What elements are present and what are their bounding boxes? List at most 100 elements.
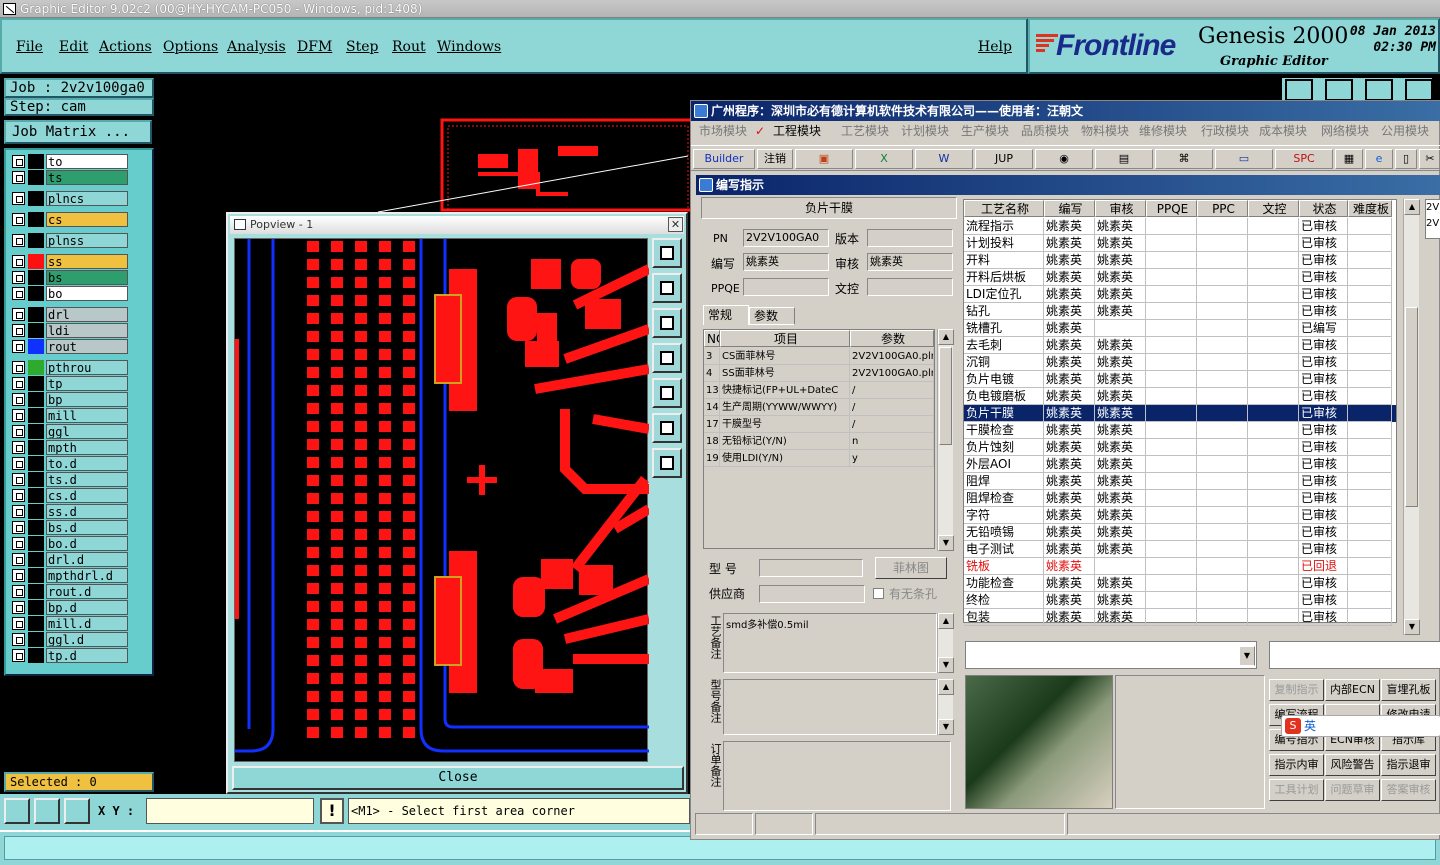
layer-checkbox[interactable] <box>12 473 25 486</box>
layer-color-swatch[interactable] <box>28 616 44 631</box>
layer-row-cs[interactable]: cs <box>10 212 128 227</box>
computer-icon[interactable]: ▭ <box>1215 149 1273 169</box>
process-row[interactable]: 负电镀磨板 姚素英 姚素英 已审核 <box>964 388 1396 405</box>
process-row[interactable]: 负片干膜 姚素英 姚素英 已审核 <box>964 405 1396 422</box>
layer-name[interactable]: plncs <box>46 191 128 206</box>
action-button[interactable]: 盲埋孔板 <box>1381 679 1436 701</box>
param-row[interactable]: 18 无铅标记(Y/N) n <box>704 433 934 450</box>
param-row[interactable]: 17 干膜型号 / <box>704 416 934 433</box>
layer-name[interactable]: rout <box>46 339 128 354</box>
layer-color-swatch[interactable] <box>28 600 44 615</box>
layer-row-ldi[interactable]: ldi <box>10 323 128 338</box>
layer-color-swatch[interactable] <box>28 376 44 391</box>
database-icon[interactable]: ▤ <box>1095 149 1153 169</box>
layer-checkbox[interactable] <box>12 340 25 353</box>
layer-name[interactable]: to <box>46 154 128 169</box>
layer-row-rout-d[interactable]: rout.d <box>10 584 128 599</box>
tab-params[interactable]: 参数 <box>749 307 795 325</box>
layer-row-bp-d[interactable]: bp.d <box>10 600 128 615</box>
layer-color-swatch[interactable] <box>28 286 44 301</box>
layer-checkbox[interactable] <box>12 155 25 168</box>
module-tab-1[interactable]: 工程模块 <box>773 121 821 141</box>
process-row[interactable]: 计划投料 姚素英 姚素英 已审核 <box>964 235 1396 252</box>
menu-actions[interactable]: Actions <box>99 39 152 55</box>
layer-color-swatch[interactable] <box>28 307 44 322</box>
pan-down-icon[interactable] <box>652 308 682 338</box>
process-row[interactable]: 阻焊 姚素英 姚素英 已审核 <box>964 473 1396 490</box>
process-row[interactable]: 外层AOI 姚素英 姚素英 已审核 <box>964 456 1396 473</box>
process-dropdown[interactable]: ▼ <box>965 641 1257 669</box>
layer-checkbox[interactable] <box>12 361 25 374</box>
layer-row-plnss[interactable]: plnss <box>10 233 128 248</box>
layer-color-swatch[interactable] <box>28 568 44 583</box>
ime-toolbar[interactable]: S英 <box>1281 715 1440 737</box>
module-tab-0[interactable]: 市场模块 <box>699 121 747 141</box>
layer-color-swatch[interactable] <box>28 392 44 407</box>
layer-name[interactable]: bp.d <box>46 600 128 615</box>
layer-name[interactable]: cs.d <box>46 488 128 503</box>
layer-checkbox[interactable] <box>12 308 25 321</box>
layer-checkbox[interactable] <box>12 521 25 534</box>
layer-row-mill[interactable]: mill <box>10 408 128 423</box>
process-row[interactable]: 流程指示 姚素英 姚素英 已审核 <box>964 218 1396 235</box>
module-tab-4[interactable]: 生产模块 <box>961 121 1009 141</box>
menu-windows[interactable]: Windows <box>437 39 501 55</box>
supplier-field[interactable] <box>759 585 865 603</box>
layer-checkbox[interactable] <box>12 441 25 454</box>
layer-checkbox[interactable] <box>12 617 25 630</box>
layer-name[interactable]: tp <box>46 376 128 391</box>
layer-checkbox[interactable] <box>12 324 25 337</box>
search-field[interactable] <box>1269 641 1440 669</box>
module-tab-5[interactable]: 品质模块 <box>1021 121 1069 141</box>
layer-row-tp-d[interactable]: tp.d <box>10 648 128 663</box>
layer-row-bp[interactable]: bp <box>10 392 128 407</box>
param-row[interactable]: 13 快捷标记(FP+UL+DateC / <box>704 382 934 399</box>
popview-close-icon[interactable]: ✕ <box>668 217 683 232</box>
layer-row-bs-d[interactable]: bs.d <box>10 520 128 535</box>
layer-name[interactable]: mpth <box>46 440 128 455</box>
layer-name[interactable]: ggl <box>46 424 128 439</box>
process-note-textarea[interactable]: smd多补偿0.5mil <box>723 613 937 673</box>
job-matrix-button[interactable]: Job Matrix ... <box>4 120 152 144</box>
process-row[interactable]: 铣板 姚素英 已回退 <box>964 558 1396 575</box>
layer-name[interactable]: mill.d <box>46 616 128 631</box>
module-tab-7[interactable]: 维修模块 <box>1139 121 1187 141</box>
process-row[interactable]: 负片电镀 姚素英 姚素英 已审核 <box>964 371 1396 388</box>
doc-control-field[interactable] <box>867 278 953 296</box>
action-button[interactable]: 指示退审 <box>1381 754 1436 776</box>
process-row[interactable]: 铣槽孔 姚素英 已编写 <box>964 320 1396 337</box>
param-row[interactable]: 3 CS面菲林号 2V2V100GA0.plr <box>704 348 934 365</box>
layer-checkbox[interactable] <box>12 457 25 470</box>
process-row[interactable]: 开料 姚素英 姚素英 已审核 <box>964 252 1396 269</box>
menu-analysis[interactable]: Analysis <box>227 39 286 55</box>
layer-checkbox[interactable] <box>12 569 25 582</box>
layer-row-mill-d[interactable]: mill.d <box>10 616 128 631</box>
layer-name[interactable]: ss <box>46 254 128 269</box>
module-tab-10[interactable]: 网络模块 <box>1321 121 1369 141</box>
layer-row-tp[interactable]: tp <box>10 376 128 391</box>
action-button[interactable]: 复制指示 <box>1269 679 1324 701</box>
menu-rout[interactable]: Rout <box>392 39 426 55</box>
layer-color-swatch[interactable] <box>28 254 44 269</box>
fit-horizontal-icon[interactable] <box>652 413 682 443</box>
process-row[interactable]: 负片蚀刻 姚素英 姚素英 已审核 <box>964 439 1396 456</box>
layer-name[interactable]: ts.d <box>46 472 128 487</box>
layer-checkbox[interactable] <box>12 505 25 518</box>
module-tab-11[interactable]: 公用模块 <box>1381 121 1429 141</box>
action-button[interactable]: 问题草审 <box>1325 779 1380 801</box>
word-icon[interactable]: W <box>915 149 973 169</box>
menu-edit[interactable]: Edit <box>59 39 88 55</box>
process-row[interactable]: 阻焊检查 姚素英 姚素英 已审核 <box>964 490 1396 507</box>
writer-field[interactable]: 姚素英 <box>743 253 829 271</box>
layer-checkbox[interactable] <box>12 213 25 226</box>
layer-row-bs[interactable]: bs <box>10 270 128 285</box>
snap-icon[interactable] <box>4 798 30 824</box>
process-row[interactable]: 电子测试 姚素英 姚素英 已审核 <box>964 541 1396 558</box>
layer-color-swatch[interactable] <box>28 584 44 599</box>
layer-checkbox[interactable] <box>12 171 25 184</box>
layer-name[interactable]: ts <box>46 170 128 185</box>
layer-color-swatch[interactable] <box>28 520 44 535</box>
layer-name[interactable]: bo.d <box>46 536 128 551</box>
layer-color-swatch[interactable] <box>28 440 44 455</box>
layer-row-ggl-d[interactable]: ggl.d <box>10 632 128 647</box>
